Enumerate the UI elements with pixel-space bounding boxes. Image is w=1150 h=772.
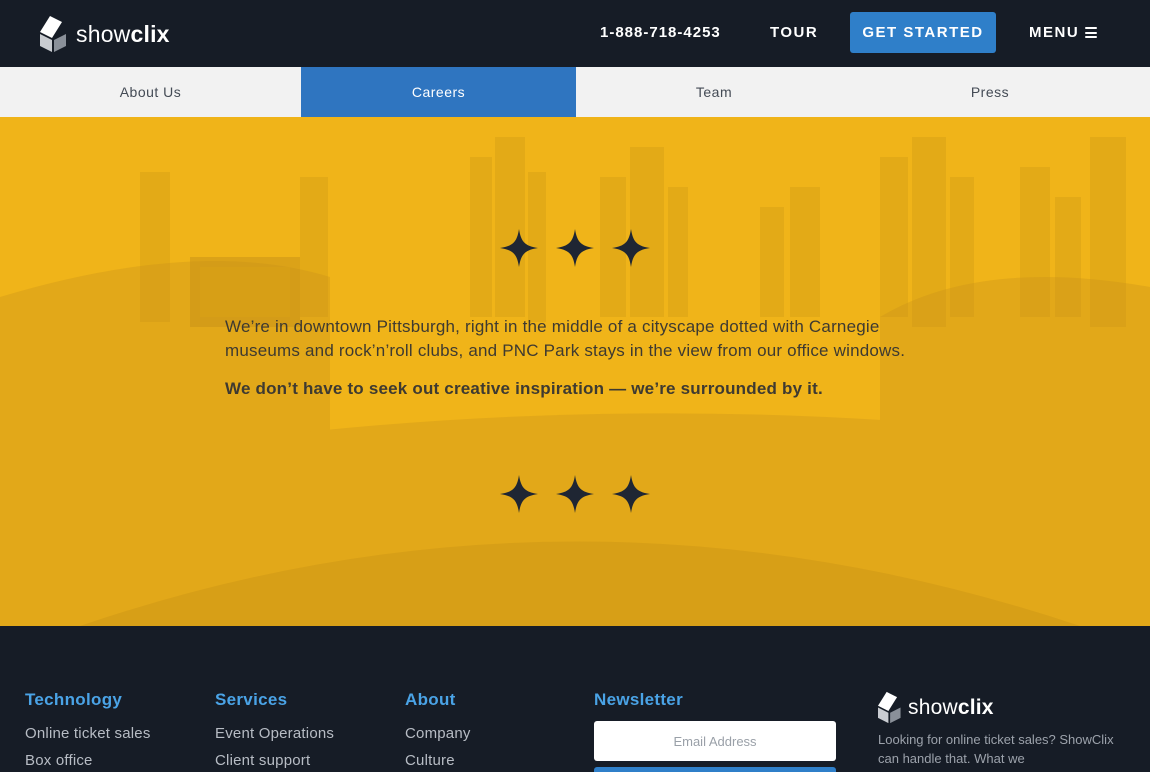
footer-link-event-operations[interactable]: Event Operations bbox=[215, 720, 334, 747]
tab-team[interactable]: Team bbox=[576, 67, 852, 117]
footer-showclix-logo[interactable]: showclix bbox=[878, 691, 994, 724]
footer-heading-technology[interactable]: Technology bbox=[25, 690, 151, 710]
newsletter-subscribe-button[interactable] bbox=[594, 767, 836, 772]
stars-top bbox=[0, 229, 1150, 267]
footer-link-online-ticket-sales[interactable]: Online ticket sales bbox=[25, 720, 151, 747]
tab-press[interactable]: Press bbox=[852, 67, 1128, 117]
pittsburgh-hero: We’re in downtown Pittsburgh, right in t… bbox=[0, 117, 1150, 626]
footer-logo-wordmark: showclix bbox=[908, 695, 994, 719]
tour-link[interactable]: TOUR bbox=[770, 24, 818, 41]
footer-description: Looking for online ticket sales? ShowCli… bbox=[878, 732, 1114, 766]
footer-heading-about[interactable]: About bbox=[405, 690, 471, 710]
menu-label: MENU bbox=[1029, 24, 1080, 41]
footer-column-services: Services Event Operations Client support bbox=[215, 690, 334, 772]
hamburger-icon bbox=[1085, 27, 1098, 38]
site-footer: Technology Online ticket sales Box offic… bbox=[0, 626, 1150, 772]
footer-column-newsletter: Newsletter bbox=[594, 690, 683, 720]
menu-button[interactable]: MENU bbox=[1029, 24, 1098, 41]
four-point-star-icon bbox=[500, 475, 538, 513]
footer-column-technology: Technology Online ticket sales Box offic… bbox=[25, 690, 151, 772]
four-point-star-icon bbox=[612, 475, 650, 513]
showclix-logo[interactable]: showclix bbox=[40, 16, 170, 52]
footer-link-box-office[interactable]: Box office bbox=[25, 747, 151, 772]
four-point-star-icon bbox=[556, 475, 594, 513]
footer-column-about: About Company Culture bbox=[405, 690, 471, 772]
get-started-button[interactable]: GET STARTED bbox=[850, 12, 996, 53]
tab-careers[interactable]: Careers bbox=[301, 67, 576, 117]
phone-number-link[interactable]: 1-888-718-4253 bbox=[600, 24, 721, 41]
showclix-logo-icon bbox=[40, 16, 66, 52]
four-point-star-icon bbox=[612, 229, 650, 267]
hero-paragraph: We’re in downtown Pittsburgh, right in t… bbox=[225, 317, 906, 360]
showclix-logo-icon bbox=[878, 691, 901, 724]
four-point-star-icon bbox=[500, 229, 538, 267]
logo-wordmark: showclix bbox=[76, 20, 170, 47]
footer-link-company[interactable]: Company bbox=[405, 720, 471, 747]
footer-link-culture[interactable]: Culture bbox=[405, 747, 471, 772]
newsletter-heading: Newsletter bbox=[594, 690, 683, 709]
stars-bottom bbox=[0, 475, 1150, 513]
about-subnav: About Us Careers Team Press bbox=[0, 67, 1150, 117]
footer-link-client-support[interactable]: Client support bbox=[215, 747, 334, 772]
hero-emphasis: We don’t have to seek out creative inspi… bbox=[225, 379, 823, 398]
footer-heading-services[interactable]: Services bbox=[215, 690, 334, 710]
newsletter-email-input[interactable] bbox=[594, 721, 836, 761]
four-point-star-icon bbox=[556, 229, 594, 267]
hero-copy: We’re in downtown Pittsburgh, right in t… bbox=[225, 315, 925, 399]
top-header: showclix 1-888-718-4253 TOUR GET STARTED… bbox=[0, 0, 1150, 67]
tab-about-us[interactable]: About Us bbox=[0, 67, 301, 117]
